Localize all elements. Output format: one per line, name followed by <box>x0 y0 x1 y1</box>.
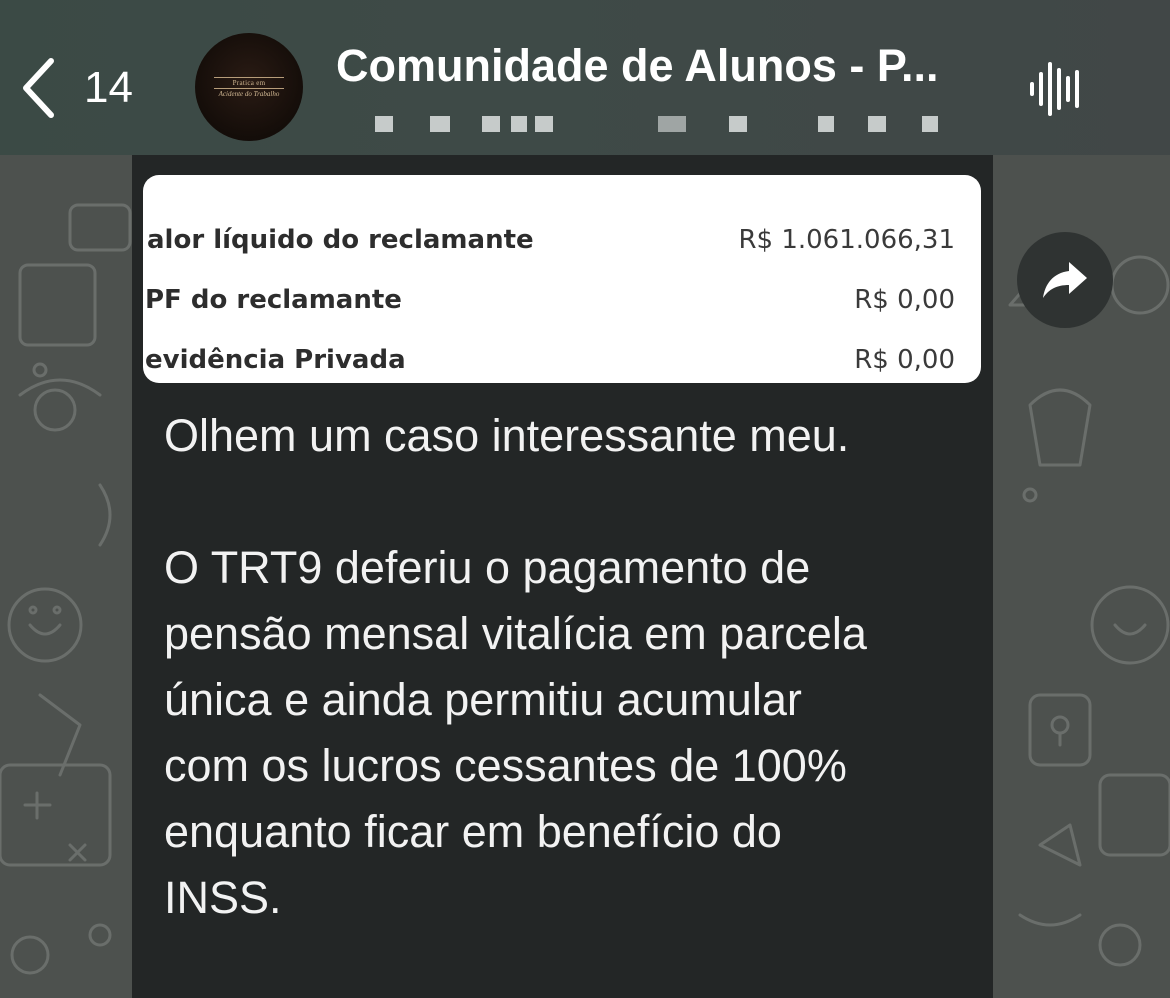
avatar-logo-rule <box>214 77 284 78</box>
message-bubble[interactable]: alor líquido do reclamante R$ 1.061.066,… <box>132 155 993 998</box>
chat-header: 14 Pratica em Acidente do Trabalho Comun… <box>0 0 1170 155</box>
message-text: Olhem um caso interessante meu. O TRT9 d… <box>164 410 867 923</box>
attachment-row: evidência Privada R$ 0,00 <box>143 345 981 383</box>
attachment-row-label: evidência Privada <box>145 345 406 375</box>
forward-button[interactable] <box>1017 232 1113 328</box>
attachment-row-value: R$ 0,00 <box>854 285 955 315</box>
image-attachment[interactable]: alor líquido do reclamante R$ 1.061.066,… <box>143 175 981 383</box>
attachment-row-value: R$ 0,00 <box>854 345 955 375</box>
voice-waveform-icon <box>1030 62 1079 116</box>
back-button[interactable]: 14 <box>20 52 150 124</box>
forward-arrow-icon <box>1043 262 1087 298</box>
unread-count: 14 <box>84 63 133 112</box>
voice-chat-button[interactable] <box>1025 58 1087 120</box>
attachment-row-label: alor líquido do reclamante <box>147 225 534 255</box>
avatar-logo-text-top: Pratica em <box>232 79 266 87</box>
attachment-row-value: R$ 1.061.066,31 <box>738 225 955 255</box>
chevron-left-icon <box>23 58 54 118</box>
participants-subtitle-redacted <box>375 112 995 136</box>
attachment-row-label: PF do reclamante <box>145 285 402 315</box>
avatar-logo-rule <box>214 88 284 89</box>
avatar-logo-text-bottom: Acidente do Trabalho <box>218 90 280 98</box>
chat-title[interactable]: Comunidade de Alunos - P... <box>336 40 986 92</box>
attachment-row: alor líquido do reclamante R$ 1.061.066,… <box>143 225 981 271</box>
attachment-row: PF do reclamante R$ 0,00 <box>143 285 981 331</box>
group-avatar[interactable]: Pratica em Acidente do Trabalho <box>195 33 303 141</box>
